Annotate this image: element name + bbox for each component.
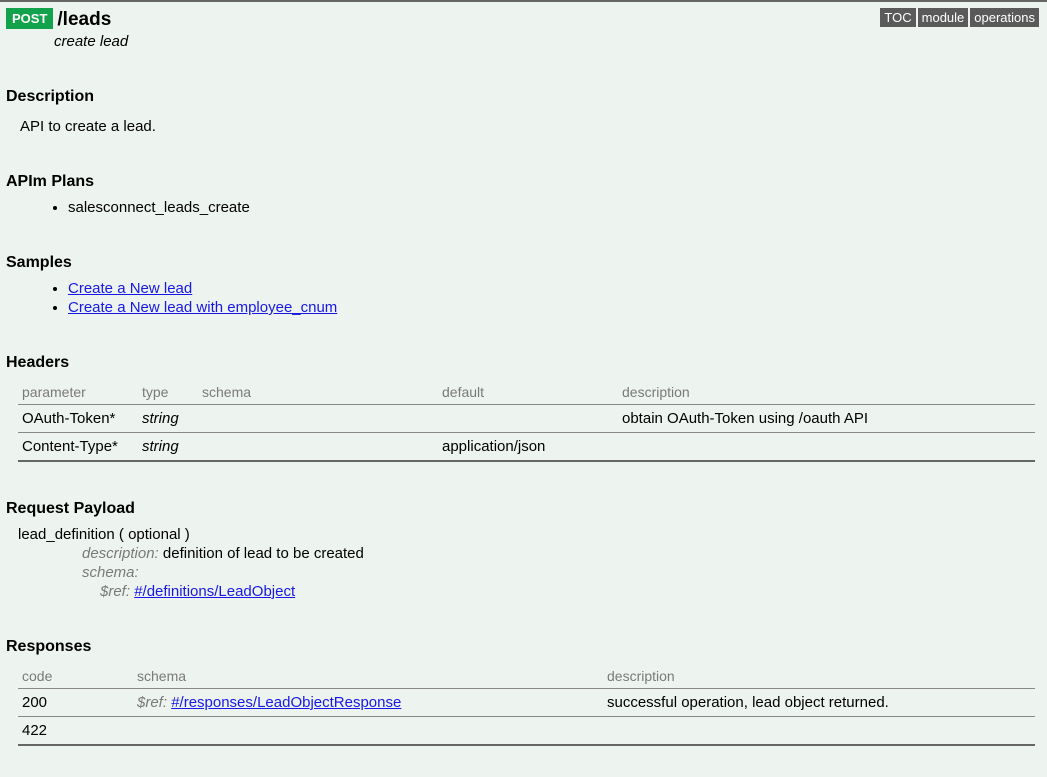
- payload-schema-label: schema:: [82, 564, 139, 581]
- headers-heading: Headers: [6, 354, 1041, 372]
- cell-schema: [198, 405, 438, 433]
- endpoint-summary: create lead: [54, 33, 1047, 50]
- module-button[interactable]: module: [918, 8, 969, 27]
- col-schema: schema: [133, 664, 603, 689]
- endpoint-path: /leads: [57, 8, 111, 31]
- samples-list: Create a New lead Create a New lead with…: [6, 280, 1041, 316]
- list-item: Create a New lead: [68, 280, 1041, 297]
- col-description: description: [603, 664, 1035, 689]
- payload-desc-label: description:: [82, 545, 159, 562]
- table-row: 422: [18, 717, 1035, 746]
- description-heading: Description: [6, 88, 1041, 106]
- cell-parameter: Content-Type*: [18, 433, 138, 462]
- response-ref-link[interactable]: #/responses/LeadObjectResponse: [171, 694, 401, 711]
- cell-default: [438, 405, 618, 433]
- col-default: default: [438, 380, 618, 405]
- nav-buttons: TOC module operations: [880, 8, 1039, 27]
- sample-link[interactable]: Create a New lead with employee_cnum: [68, 299, 337, 316]
- http-method-badge: POST: [6, 8, 53, 29]
- responses-table: code schema description 200 $ref: #/resp…: [18, 664, 1035, 746]
- cell-type: string: [138, 433, 198, 462]
- list-item: salesconnect_leads_create: [68, 199, 1041, 216]
- description-text: API to create a lead.: [20, 118, 1041, 135]
- cell-code: 200: [18, 689, 133, 717]
- cell-description: [618, 433, 1035, 462]
- plans-heading: APIm Plans: [6, 173, 1041, 191]
- cell-description: obtain OAuth-Token using /oauth API: [618, 405, 1035, 433]
- col-parameter: parameter: [18, 380, 138, 405]
- col-code: code: [18, 664, 133, 689]
- cell-default: application/json: [438, 433, 618, 462]
- responses-heading: Responses: [6, 638, 1041, 656]
- col-schema: schema: [198, 380, 438, 405]
- table-row: OAuth-Token* string obtain OAuth-Token u…: [18, 405, 1035, 433]
- cell-type: string: [138, 405, 198, 433]
- sample-link[interactable]: Create a New lead: [68, 280, 192, 297]
- payload-heading: Request Payload: [6, 500, 1041, 518]
- cell-description: successful operation, lead object return…: [603, 689, 1035, 717]
- payload-name: lead_definition ( optional ): [18, 526, 1041, 543]
- operations-button[interactable]: operations: [970, 8, 1039, 27]
- payload-desc-text: definition of lead to be created: [163, 545, 364, 562]
- table-row: Content-Type* string application/json: [18, 433, 1035, 462]
- payload-ref-label: $ref:: [100, 583, 130, 600]
- headers-table: parameter type schema default descriptio…: [18, 380, 1035, 462]
- cell-schema: [133, 717, 603, 746]
- samples-heading: Samples: [6, 254, 1041, 272]
- payload-ref-link[interactable]: #/definitions/LeadObject: [134, 583, 295, 600]
- response-ref-label: $ref:: [137, 694, 167, 711]
- toc-button[interactable]: TOC: [880, 8, 915, 27]
- list-item: Create a New lead with employee_cnum: [68, 299, 1041, 316]
- cell-schema: $ref: #/responses/LeadObjectResponse: [133, 689, 603, 717]
- plans-list: salesconnect_leads_create: [6, 199, 1041, 216]
- table-row: 200 $ref: #/responses/LeadObjectResponse…: [18, 689, 1035, 717]
- cell-schema: [198, 433, 438, 462]
- cell-description: [603, 717, 1035, 746]
- col-type: type: [138, 380, 198, 405]
- cell-code: 422: [18, 717, 133, 746]
- cell-parameter: OAuth-Token*: [18, 405, 138, 433]
- col-description: description: [618, 380, 1035, 405]
